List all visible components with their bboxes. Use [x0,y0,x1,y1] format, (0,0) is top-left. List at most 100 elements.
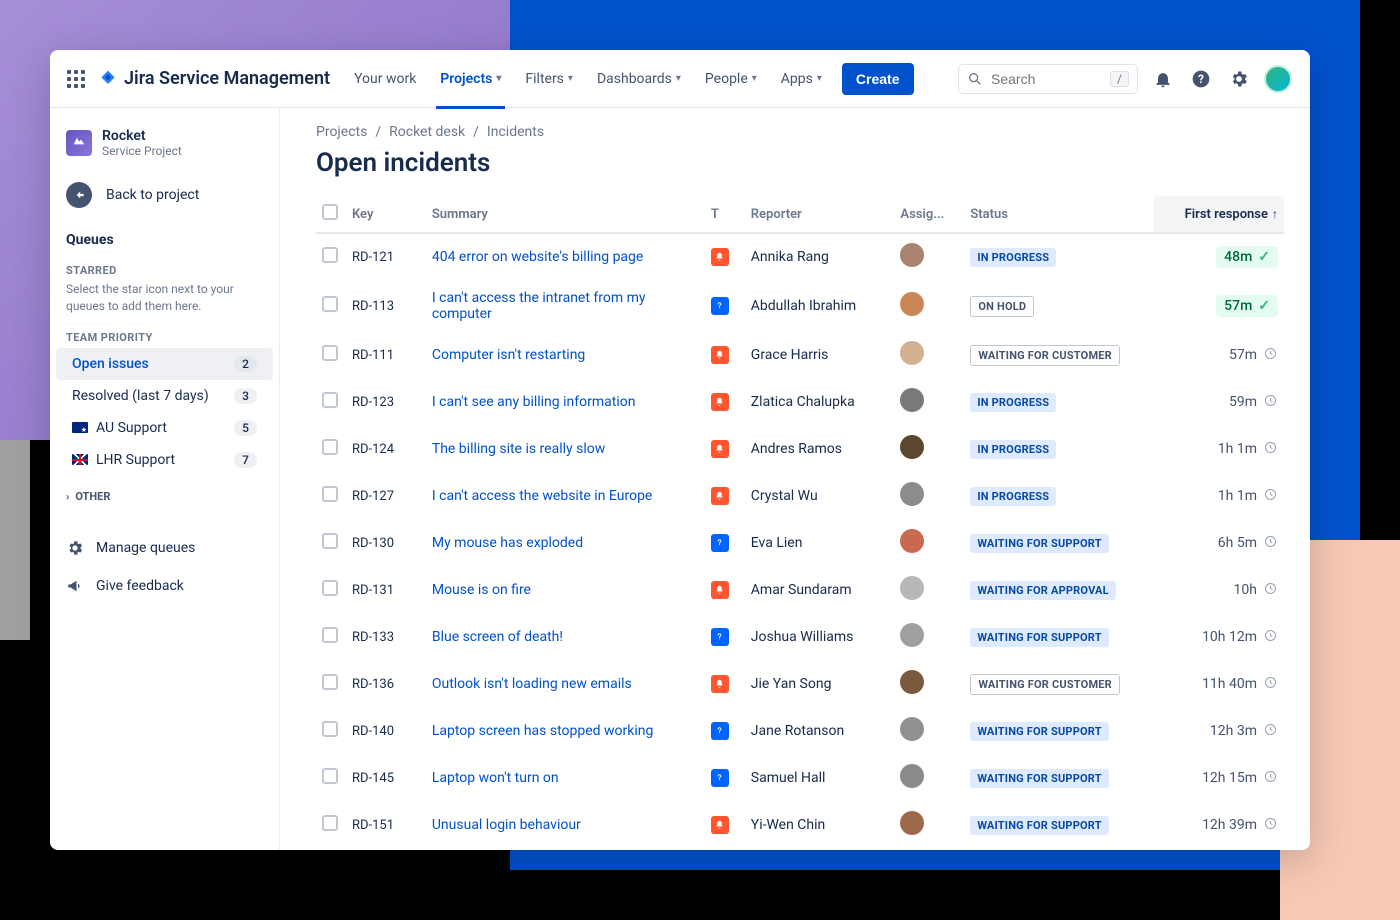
back-to-project[interactable]: Back to project [50,170,279,220]
assignee-avatar[interactable] [900,717,924,741]
assignee-avatar[interactable] [900,435,924,459]
status-badge[interactable]: WAITING FOR SUPPORT [970,816,1108,835]
assignee-avatar[interactable] [900,482,924,506]
give-feedback[interactable]: Give feedback [50,567,279,605]
row-checkbox[interactable] [322,721,338,737]
issue-key[interactable]: RD-127 [346,473,426,520]
assignee-avatar[interactable] [900,623,924,647]
status-badge[interactable]: WAITING FOR CUSTOMER [970,345,1120,366]
assignee-avatar[interactable] [900,388,924,412]
issue-key[interactable]: RD-145 [346,755,426,802]
profile-avatar[interactable] [1264,65,1292,93]
sidebar-queue-item[interactable]: LHR Support7 [56,444,273,476]
issue-summary-link[interactable]: My mouse has exploded [432,535,583,551]
table-row[interactable]: RD-113I can't access the intranet from m… [316,281,1284,332]
table-row[interactable]: RD-111Computer isn't restartingGrace Har… [316,332,1284,379]
status-badge[interactable]: IN PROGRESS [970,393,1056,412]
nav-your-work[interactable]: Your work [344,63,426,95]
brand[interactable]: Jira Service Management [98,68,330,89]
issue-summary-link[interactable]: Computer isn't restarting [432,347,585,363]
col-summary[interactable]: Summary [426,196,705,233]
issue-summary-link[interactable]: Laptop won't turn on [432,770,559,786]
assignee-avatar[interactable] [900,529,924,553]
assignee-avatar[interactable] [900,670,924,694]
table-row[interactable]: RD-131Mouse is on fireAmar SundaramWAITI… [316,567,1284,614]
issue-key[interactable]: RD-130 [346,520,426,567]
col-type[interactable]: T [705,196,745,233]
settings-icon[interactable] [1226,66,1252,92]
row-checkbox[interactable] [322,674,338,690]
other-section[interactable]: › OTHER [50,476,279,517]
assignee-avatar[interactable] [900,811,924,835]
status-badge[interactable]: IN PROGRESS [970,440,1056,459]
row-checkbox[interactable] [322,439,338,455]
issue-summary-link[interactable]: I can't see any billing information [432,394,636,410]
nav-dashboards[interactable]: Dashboards▾ [587,63,691,95]
issue-summary-link[interactable]: I can't access the intranet from my comp… [432,290,646,322]
issue-summary-link[interactable]: Outlook isn't loading new emails [432,676,632,692]
sidebar-queue-item[interactable]: AU Support5 [56,412,273,444]
sidebar-queue-item[interactable]: Resolved (last 7 days)3 [56,380,273,412]
crumb-projects[interactable]: Projects [316,124,367,140]
status-badge[interactable]: IN PROGRESS [970,248,1056,267]
project-header[interactable]: Rocket Service Project [50,122,279,170]
issue-key[interactable]: RD-140 [346,708,426,755]
issue-key[interactable]: RD-136 [346,661,426,708]
manage-queues[interactable]: Manage queues [50,529,279,567]
status-badge[interactable]: WAITING FOR SUPPORT [970,722,1108,741]
issue-key[interactable]: RD-124 [346,426,426,473]
row-checkbox[interactable] [322,296,338,312]
assignee-avatar[interactable] [900,292,924,316]
row-checkbox[interactable] [322,580,338,596]
table-row[interactable]: RD-140Laptop screen has stopped workingJ… [316,708,1284,755]
col-reporter[interactable]: Reporter [745,196,895,233]
status-badge[interactable]: IN PROGRESS [970,487,1056,506]
table-row[interactable]: RD-130My mouse has explodedEva LienWAITI… [316,520,1284,567]
assignee-avatar[interactable] [900,576,924,600]
table-row[interactable]: RD-121 404 error on website's billing pag… [316,233,1284,281]
table-row[interactable]: RD-136Outlook isn't loading new emailsJi… [316,661,1284,708]
issue-key[interactable]: RD-123 [346,379,426,426]
row-checkbox[interactable] [322,247,338,263]
table-row[interactable]: RD-145Laptop won't turn onSamuel HallWAI… [316,755,1284,802]
issue-key[interactable]: RD-151 [346,802,426,849]
app-switcher-icon[interactable] [64,67,88,91]
crumb-rocket-desk[interactable]: Rocket desk [389,124,465,140]
row-checkbox[interactable] [322,486,338,502]
nav-people[interactable]: People▾ [695,63,767,95]
issue-summary-link[interactable]: I can't access the website in Europe [432,488,653,504]
assignee-avatar[interactable] [900,341,924,365]
nav-apps[interactable]: Apps▾ [771,63,832,95]
row-checkbox[interactable] [322,627,338,643]
col-status[interactable]: Status [964,196,1154,233]
row-checkbox[interactable] [322,392,338,408]
notifications-icon[interactable] [1150,66,1176,92]
status-badge[interactable]: WAITING FOR APPROVAL [970,581,1115,600]
crumb-incidents[interactable]: Incidents [487,124,544,140]
issue-summary-link[interactable]: Laptop screen has stopped working [432,723,654,739]
issue-key[interactable]: RD-113 [346,281,426,332]
nav-filters[interactable]: Filters▾ [515,63,583,95]
issue-summary-link[interactable]: The billing site is really slow [432,441,605,457]
create-button[interactable]: Create [842,63,914,95]
status-badge[interactable]: WAITING FOR SUPPORT [970,534,1108,553]
assignee-avatar[interactable] [900,764,924,788]
issue-summary-link[interactable]: 404 error on website's billing page [432,249,644,265]
status-badge[interactable]: WAITING FOR SUPPORT [970,628,1108,647]
table-row[interactable]: RD-133Blue screen of death!Joshua Willia… [316,614,1284,661]
search-input[interactable] [991,71,1102,87]
row-checkbox[interactable] [322,768,338,784]
table-row[interactable]: RD-151Unusual login behaviourYi-Wen Chin… [316,802,1284,849]
sidebar-queue-item[interactable]: Open issues2 [56,348,273,380]
issue-key[interactable]: RD-121 [346,233,426,281]
status-badge[interactable]: WAITING FOR SUPPORT [970,769,1108,788]
issue-key[interactable]: RD-131 [346,567,426,614]
issue-summary-link[interactable]: Unusual login behaviour [432,817,581,833]
assignee-avatar[interactable] [900,243,924,267]
table-row[interactable]: RD-127 I can't access the website in Euro… [316,473,1284,520]
help-icon[interactable]: ? [1188,66,1214,92]
nav-projects[interactable]: Projects▾ [430,63,511,95]
col-key[interactable]: Key [346,196,426,233]
table-row[interactable]: RD-123 I can't see any billing informatio… [316,379,1284,426]
col-assignee[interactable]: Assig... [894,196,964,233]
